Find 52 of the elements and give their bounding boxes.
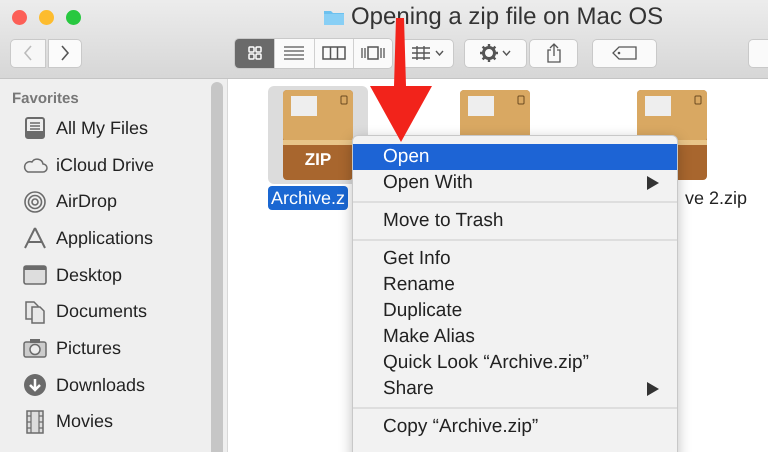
search-field[interactable]: [748, 38, 768, 68]
menu-item[interactable]: Share: [353, 376, 677, 402]
list-view-icon: [283, 45, 306, 61]
file-name: Archive.z: [268, 186, 348, 210]
camera-icon: [22, 336, 48, 360]
scrollbar[interactable]: [211, 82, 223, 452]
sidebar-item[interactable]: Desktop: [12, 256, 227, 294]
close-button[interactable]: [12, 10, 27, 24]
folder-icon: [323, 8, 345, 26]
airdrop-icon: [22, 190, 48, 214]
sidebar-item[interactable]: Downloads: [12, 366, 227, 404]
tag-button[interactable]: [592, 38, 658, 68]
menu-item[interactable]: Move to Trash: [353, 208, 677, 234]
chevron-down-icon: [502, 50, 512, 56]
sidebar-item[interactable]: Movies: [12, 404, 227, 440]
view-mode-button[interactable]: [314, 38, 353, 68]
sidebar-item[interactable]: Applications: [12, 220, 227, 257]
window-title: Opening a zip file on Mac OS: [351, 3, 664, 31]
share-icon: [546, 43, 562, 63]
menu-item[interactable]: Get Info: [353, 246, 677, 272]
desktop-icon: [22, 263, 48, 288]
tag-icon: [612, 46, 638, 60]
sidebar-item[interactable]: iCloud Drive: [12, 146, 227, 184]
sidebar-item[interactable]: AirDrop: [12, 183, 227, 220]
action-button[interactable]: [464, 38, 528, 68]
chevron-down-icon: [435, 50, 444, 56]
cover-flow-icon: [360, 45, 386, 61]
file-type-label: ZIP: [304, 150, 332, 170]
menu-item[interactable]: Rename: [353, 272, 677, 298]
view-mode-button[interactable]: [274, 38, 314, 68]
sidebar-item[interactable]: Documents: [12, 293, 227, 330]
menu-item[interactable]: Quick Look “Archive.zip”: [353, 350, 677, 376]
icon-view-icon: [246, 45, 263, 61]
tray-icon: [22, 116, 48, 140]
menu-item[interactable]: Copy “Archive.zip”: [353, 414, 677, 440]
section-heading: Favorites: [12, 89, 80, 109]
view-mode-button[interactable]: [352, 38, 392, 68]
applications-icon: [22, 226, 48, 250]
column-view-icon: [322, 45, 346, 61]
sidebar-item[interactable]: All My Files: [12, 110, 227, 147]
settings-icon: [480, 44, 498, 62]
arrange-icon: [411, 46, 432, 60]
forward-button[interactable]: [48, 38, 82, 68]
file-name: ve 2.zip: [684, 187, 748, 210]
share-button[interactable]: [529, 38, 578, 68]
file-tile[interactable]: ZIP: [268, 86, 368, 184]
menu-item[interactable]: Duplicate: [353, 298, 677, 324]
sidebar-item[interactable]: Pictures: [12, 330, 227, 367]
menu-item[interactable]: Open: [353, 144, 677, 170]
view-mode-button[interactable]: [235, 38, 274, 68]
download-icon: [22, 373, 48, 398]
menu-item[interactable]: Make Alias: [353, 324, 677, 350]
